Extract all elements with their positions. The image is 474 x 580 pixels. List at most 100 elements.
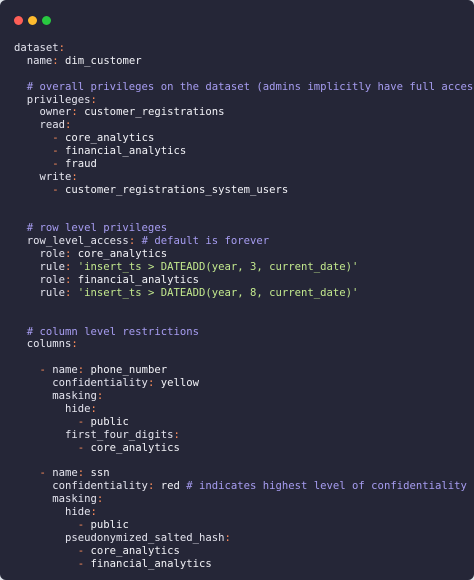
code-window: dataset: name: dim_customer # overall pr… (0, 0, 474, 580)
yaml-comment: # row level privileges (14, 222, 168, 235)
yaml-punctuation: - (14, 467, 46, 480)
yaml-key: confidentiality (14, 480, 148, 493)
yaml-key: write (14, 170, 72, 183)
yaml-key: hide (14, 506, 91, 519)
yaml-key: owner (14, 106, 72, 119)
code-line: - name: phone_number (14, 364, 474, 377)
yaml-comment: # column level restrictions (14, 325, 199, 338)
code-line: first_four_digits: (14, 429, 474, 442)
yaml-key: confidentiality (14, 377, 148, 390)
yaml-key: masking (14, 493, 97, 506)
code-line: pseudonymized_salted_hash: (14, 532, 474, 545)
code-line: confidentiality: yellow (14, 377, 474, 390)
yaml-punctuation: : (58, 42, 66, 54)
yaml-key: row_level_access (14, 235, 129, 248)
yaml-key: role (14, 248, 66, 261)
yaml-string: 'insert_ts > DATEADD(year, 8, current_da… (71, 286, 359, 299)
yaml-key: role (14, 274, 66, 287)
yaml-punctuation: - (14, 441, 85, 454)
code-line: - fraud (14, 158, 474, 171)
yaml-punctuation: - (14, 544, 85, 557)
yaml-value: fraud (58, 158, 97, 171)
yaml-punctuation: : (224, 531, 231, 544)
yaml-value: public (84, 518, 129, 531)
yaml-punctuation: : (65, 119, 72, 132)
yaml-value: phone_number (84, 364, 168, 377)
yaml-punctuation: : (90, 93, 97, 106)
yaml-punctuation: : (90, 402, 97, 415)
yaml-string: 'insert_ts > DATEADD(year, 3, current_da… (71, 261, 359, 274)
window-titlebar (0, 0, 474, 36)
yaml-punctuation: - (14, 364, 46, 377)
yaml-punctuation: - (14, 518, 85, 531)
code-line: owner: customer_registrations (14, 106, 474, 119)
yaml-value: financial_analytics (58, 145, 187, 158)
code-line: rule: 'insert_ts > DATEADD(year, 8, curr… (14, 287, 474, 300)
code-line: confidentiality: red # indicates highest… (14, 480, 474, 493)
zoom-icon[interactable] (42, 16, 51, 25)
yaml-value: dim_customer (58, 54, 142, 67)
code-line: hide: (14, 506, 474, 519)
yaml-key: hide (14, 402, 91, 415)
yaml-punctuation: : (90, 506, 97, 519)
yaml-punctuation: : (173, 428, 180, 441)
yaml-key: read (14, 119, 66, 132)
yaml-punctuation: - (14, 415, 85, 428)
code-line: columns: (14, 338, 474, 351)
yaml-punctuation: : (71, 338, 78, 351)
yaml-punctuation: : (71, 170, 78, 183)
yaml-value: public (84, 415, 129, 428)
yaml-value: ssn (84, 467, 110, 480)
yaml-value: core_analytics (58, 132, 155, 145)
yaml-punctuation: : (96, 493, 104, 506)
code-line: masking: (14, 493, 474, 506)
yaml-key: dataset (14, 42, 59, 54)
yaml-punctuation: : (96, 390, 104, 403)
code-line: role: core_analytics (14, 248, 474, 261)
code-line: - customer_registrations_system_users (14, 184, 474, 197)
yaml-value: core_analytics (84, 441, 180, 454)
yaml-key: privileges (14, 93, 91, 106)
code-line: - public (14, 416, 474, 429)
yaml-key: name (45, 364, 78, 377)
yaml-punctuation: - (14, 557, 85, 570)
yaml-value: yellow (154, 377, 199, 390)
code-line: # column level restrictions (14, 326, 474, 339)
code-line: - financial_analytics (14, 558, 474, 571)
close-icon[interactable] (14, 16, 23, 25)
yaml-key: pseudonymized_salted_hash (14, 531, 225, 544)
code-line: hide: (14, 403, 474, 416)
yaml-key: columns (14, 338, 72, 351)
code-line: row_level_access: # default is forever (14, 235, 474, 248)
yaml-comment: # indicates highest level of confidentia… (179, 480, 467, 493)
yaml-value: core_analytics (84, 544, 180, 557)
code-line: # row level privileges (14, 222, 474, 235)
yaml-value: core_analytics (71, 248, 168, 261)
code-line: - core_analytics (14, 442, 474, 455)
yaml-value: customer_registrations_system_users (58, 183, 289, 196)
code-line: read: (14, 119, 474, 132)
yaml-value: financial_analytics (84, 557, 212, 570)
code-line: - public (14, 519, 474, 532)
yaml-value: customer_registrations (77, 106, 225, 119)
minimize-icon[interactable] (28, 16, 37, 25)
yaml-punctuation: - (14, 183, 59, 196)
yaml-key: name (45, 467, 78, 480)
yaml-punctuation: - (14, 158, 59, 171)
code-line: role: financial_analytics (14, 274, 474, 287)
code-line: write: (14, 171, 474, 184)
yaml-comment: # default is forever (135, 235, 270, 248)
yaml-key: masking (14, 390, 97, 403)
code-line: dataset: (14, 42, 474, 55)
yaml-value: financial_analytics (71, 274, 199, 287)
yaml-punctuation: - (14, 145, 59, 158)
yaml-key: rule (14, 261, 66, 274)
yaml-comment: # overall privileges on the dataset (adm… (14, 80, 474, 93)
code-line: masking: (14, 390, 474, 403)
